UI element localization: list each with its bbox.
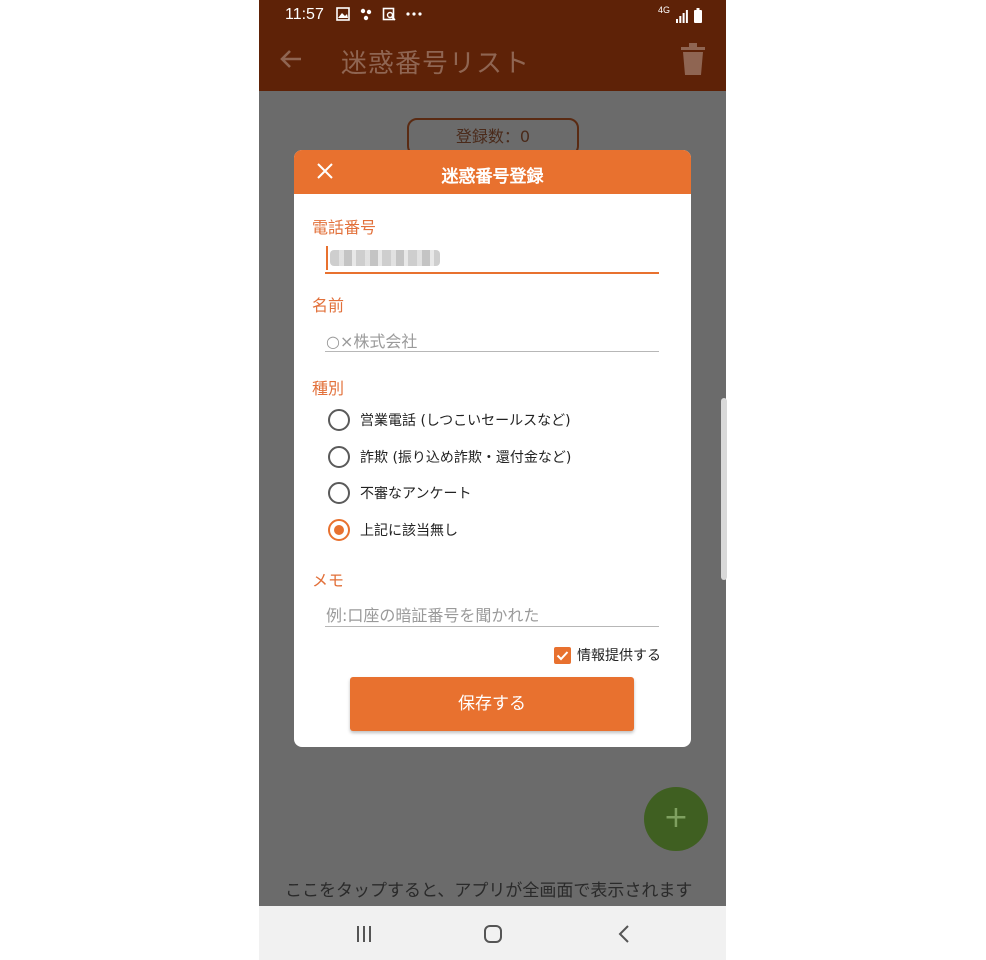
scroll-indicator	[721, 398, 727, 580]
category-option-label: 不審なアンケート	[360, 486, 472, 502]
category-option-fraud[interactable]: 詐欺 (振り込め詐欺・還付金など)	[328, 445, 571, 469]
more-notifications-icon	[406, 12, 422, 16]
share-info-checkbox[interactable]	[554, 646, 571, 664]
name-input[interactable]: ○×株式会社	[326, 328, 417, 352]
dots-notification-icon	[360, 8, 372, 21]
status-time: 11:57	[285, 6, 324, 23]
notification-icons	[336, 7, 423, 21]
category-label: 種別	[312, 379, 345, 398]
register-number-dialog: 迷惑番号登録 電話番号 名前 ○×株式会社 種別 営業電話 (しつこいセールスな…	[294, 150, 691, 747]
text-caret	[326, 246, 328, 270]
add-fab-button[interactable]: +	[644, 787, 708, 851]
radio-button[interactable]	[328, 409, 350, 431]
save-button[interactable]: 保存する	[350, 677, 634, 731]
home-icon[interactable]	[483, 924, 503, 944]
trash-icon[interactable]	[681, 43, 705, 75]
app-title: 迷惑番号リスト	[341, 49, 531, 79]
dialog-header: 迷惑番号登録	[294, 150, 691, 194]
gallery-notification-icon	[336, 7, 350, 21]
phone-number-field[interactable]	[330, 250, 440, 266]
app-bar: 迷惑番号リスト	[259, 30, 726, 91]
category-option-label: 詐欺 (振り込め詐欺・還付金など)	[360, 450, 572, 466]
fullscreen-hint-text[interactable]: ここをタップすると、アプリが全画面で表示されます	[285, 876, 692, 901]
category-option-label: 営業電話 (しつこいセールスなど)	[360, 413, 571, 429]
memo-field-underline	[325, 626, 659, 627]
memo-label: メモ	[312, 571, 345, 590]
system-navigation-bar	[259, 906, 726, 960]
category-option-sales[interactable]: 営業電話 (しつこいセールスなど)	[328, 408, 571, 432]
dialog-title: 迷惑番号登録	[441, 167, 544, 187]
name-field-underline	[325, 351, 659, 352]
category-option-label: 上記に該当無し	[360, 523, 458, 539]
radio-button[interactable]	[328, 446, 350, 468]
memo-input[interactable]: 例:口座の暗証番号を聞かれた	[326, 602, 539, 626]
system-status-icons: 4G	[658, 6, 702, 23]
back-nav-icon[interactable]	[615, 924, 635, 944]
network-type: 4G	[657, 5, 670, 15]
checkmark-icon	[556, 650, 569, 660]
battery-icon	[694, 8, 702, 23]
name-label: 名前	[312, 296, 345, 315]
phone-field-underline	[325, 272, 659, 274]
radio-button[interactable]	[328, 482, 350, 504]
status-bar: 11:57 4G	[259, 0, 726, 30]
phone-label: 電話番号	[312, 218, 377, 237]
category-option-survey[interactable]: 不審なアンケート	[328, 481, 471, 505]
share-info-checkbox-row[interactable]: 情報提供する	[554, 645, 661, 665]
screenshot-notification-icon	[382, 7, 396, 21]
signal-icon	[676, 10, 688, 23]
back-arrow-icon[interactable]	[277, 45, 305, 73]
radio-button-selected[interactable]	[328, 519, 350, 541]
share-info-label: 情報提供する	[577, 648, 661, 664]
recent-apps-icon[interactable]	[354, 924, 374, 944]
category-option-none[interactable]: 上記に該当無し	[328, 518, 458, 542]
